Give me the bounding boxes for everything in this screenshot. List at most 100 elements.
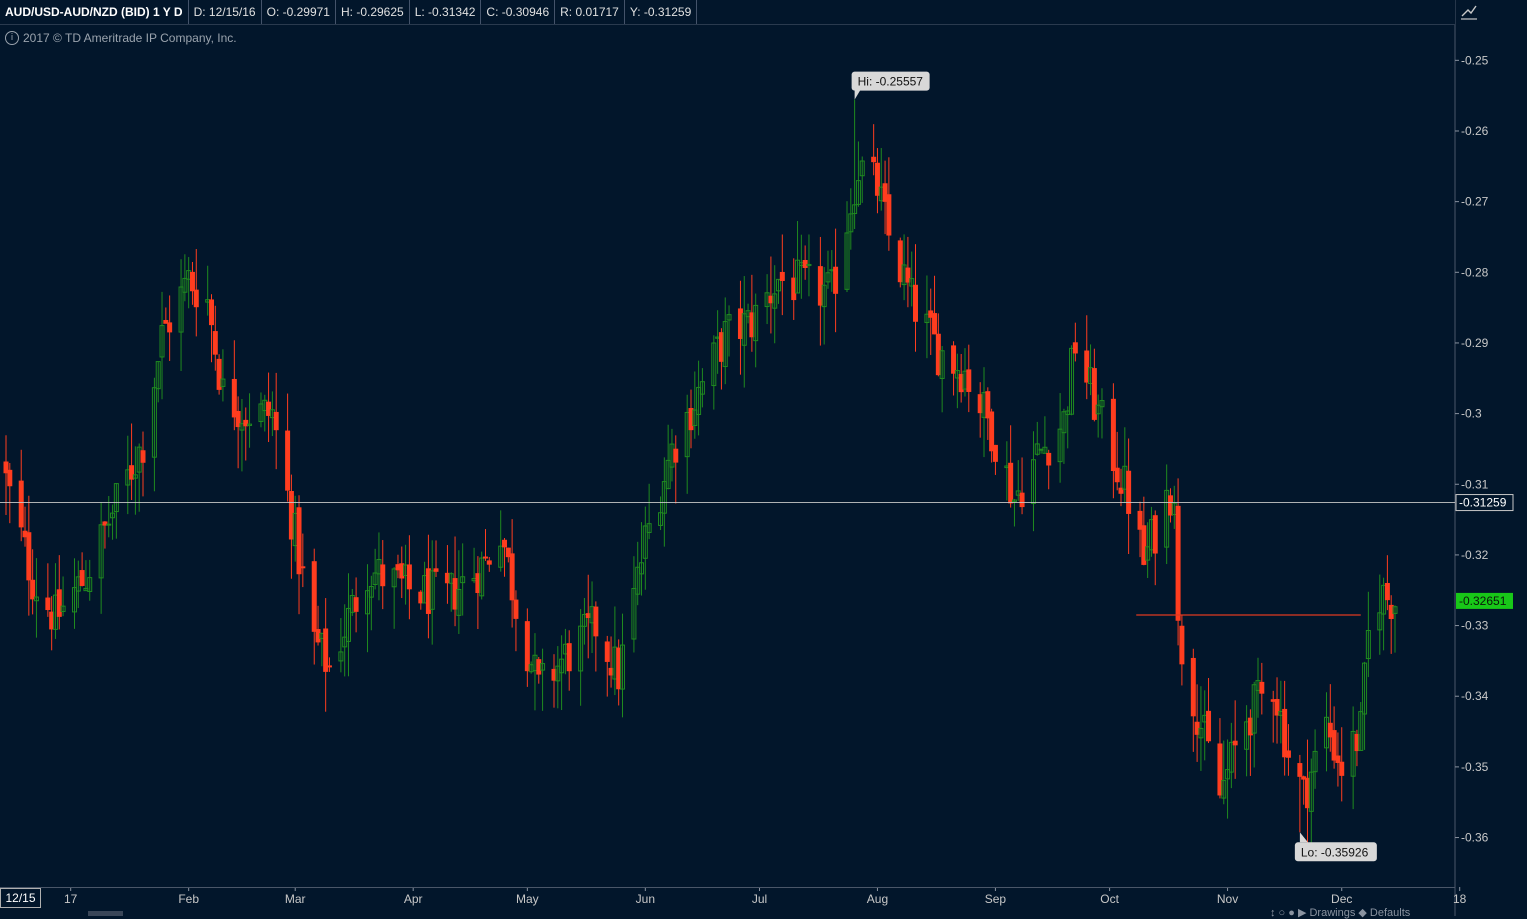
symbol-label[interactable]: AUD/USD-AUD/NZD (BID) 1 Y D <box>0 0 189 24</box>
y-tick-label: -0.34 <box>1461 689 1489 703</box>
candle-body <box>1297 763 1303 777</box>
candle-body <box>189 271 195 292</box>
scrollbar-thumb[interactable] <box>88 911 123 916</box>
candle-body <box>871 156 877 163</box>
lo-label: Lo: -0.35926 <box>1301 845 1369 859</box>
candle-body <box>566 643 572 672</box>
candle-body <box>323 628 329 672</box>
candle-body <box>1072 342 1078 354</box>
bottom-controls[interactable]: ↕ ○ ● ▶ Drawings ◆ Defaults <box>1270 906 1410 919</box>
candle-body <box>45 597 51 611</box>
candle-body <box>604 641 610 662</box>
candle-body <box>433 568 439 572</box>
candle-body <box>1019 492 1025 508</box>
close-readout: C: -0.30946 <box>481 0 556 24</box>
candle-body <box>1190 657 1196 717</box>
candle-body <box>502 539 508 548</box>
candle-body <box>1259 681 1265 694</box>
hi-label: Hi: -0.25557 <box>858 75 924 89</box>
candle-body <box>932 313 938 335</box>
candle-body <box>326 665 332 668</box>
candle-body <box>913 284 919 322</box>
candle-body <box>56 589 62 617</box>
candle-body <box>482 556 488 559</box>
candle-body <box>18 480 24 528</box>
candle-body <box>1232 740 1238 746</box>
candle-body <box>1126 470 1132 514</box>
candle-body <box>380 564 386 587</box>
candle-body <box>1179 625 1185 665</box>
lo-bubble-pointer <box>1299 832 1308 843</box>
candle-body <box>1110 398 1116 472</box>
x-axis-bar <box>0 887 1455 917</box>
candle-body <box>1206 710 1212 742</box>
y-tick-label: -0.36 <box>1461 831 1489 845</box>
candle-body <box>966 369 972 392</box>
candle-body <box>1008 462 1014 504</box>
open-readout: O: -0.29971 <box>262 0 336 24</box>
copyright-text: 2017 © TD Ameritrade IP Company, Inc. <box>23 31 237 45</box>
candle-body <box>833 266 839 294</box>
y-tick-label: -0.25 <box>1461 53 1489 67</box>
candle-body <box>1335 755 1341 763</box>
candle-body <box>311 561 317 632</box>
info-icon[interactable]: i <box>5 31 19 45</box>
candle-body <box>509 553 515 601</box>
candle-body <box>951 345 957 374</box>
y-readout: Y: -0.31259 <box>625 0 698 24</box>
range-readout: R: 0.01717 <box>555 0 625 24</box>
high-readout: H: -0.29625 <box>336 0 410 24</box>
candle-body <box>106 523 112 526</box>
candle-body <box>1384 583 1390 601</box>
price-chart[interactable]: -0.25 -0.26 -0.27 -0.28 -0.29 -0.3 -0.31 -0.32 -… <box>0 0 1527 916</box>
cursor-date-tag: 12/15 <box>0 888 41 908</box>
candle-body <box>1175 505 1181 621</box>
y-tick-label: -0.32 <box>1461 548 1489 562</box>
candle-body <box>296 507 302 575</box>
candle-body <box>79 570 85 586</box>
candle-body <box>300 566 306 569</box>
candle-body <box>513 599 519 619</box>
candle-body <box>486 560 492 565</box>
candle-body <box>30 579 36 600</box>
candle-body <box>273 411 279 431</box>
candle-body <box>208 299 214 326</box>
copyright-notice: i 2017 © TD Ameritrade IP Company, Inc. <box>5 31 237 45</box>
candle-body <box>1152 515 1158 554</box>
hi-bubble-pointer <box>854 89 861 100</box>
candle-body <box>1046 452 1052 466</box>
y-tick-label: -0.27 <box>1461 195 1489 209</box>
candle-body <box>886 194 892 236</box>
y-tick-label: -0.28 <box>1461 265 1489 279</box>
y-tick-label: -0.26 <box>1461 124 1489 138</box>
candle-body <box>1282 708 1288 758</box>
candle-body <box>406 564 412 590</box>
candle-body <box>779 271 785 281</box>
candle-body <box>1339 761 1345 776</box>
x-tick-label: 18 <box>1453 892 1467 906</box>
date-readout: D: 12/15/16 <box>189 0 262 24</box>
y-tick-label: -0.35 <box>1461 760 1489 774</box>
crosshair-value-label: -0.31259 <box>1459 496 1507 510</box>
candle-body <box>353 597 359 612</box>
candle-body <box>673 448 679 463</box>
y-tick-label: -0.33 <box>1461 619 1489 633</box>
candle-body <box>26 532 32 581</box>
y-tick-label: -0.29 <box>1461 336 1489 350</box>
candle-body <box>212 331 218 355</box>
candle-body <box>7 469 13 487</box>
candle-body <box>140 450 146 463</box>
candle-body <box>285 430 291 491</box>
y-tick-label: -0.3 <box>1461 407 1482 421</box>
candle-body <box>524 621 530 672</box>
y-tick-label: -0.31 <box>1461 477 1489 491</box>
candle-body <box>1114 467 1120 483</box>
candle-body <box>193 289 199 308</box>
chart-header: AUD/USD-AUD/NZD (BID) 1 Y D D: 12/15/16 … <box>0 0 1455 25</box>
chart-style-icon[interactable] <box>1460 3 1478 21</box>
candle-body <box>1285 750 1291 758</box>
current-price-label: -0.32651 <box>1459 594 1507 608</box>
low-readout: L: -0.31342 <box>410 0 482 24</box>
candle-body <box>992 444 998 462</box>
candle-body <box>593 606 599 637</box>
